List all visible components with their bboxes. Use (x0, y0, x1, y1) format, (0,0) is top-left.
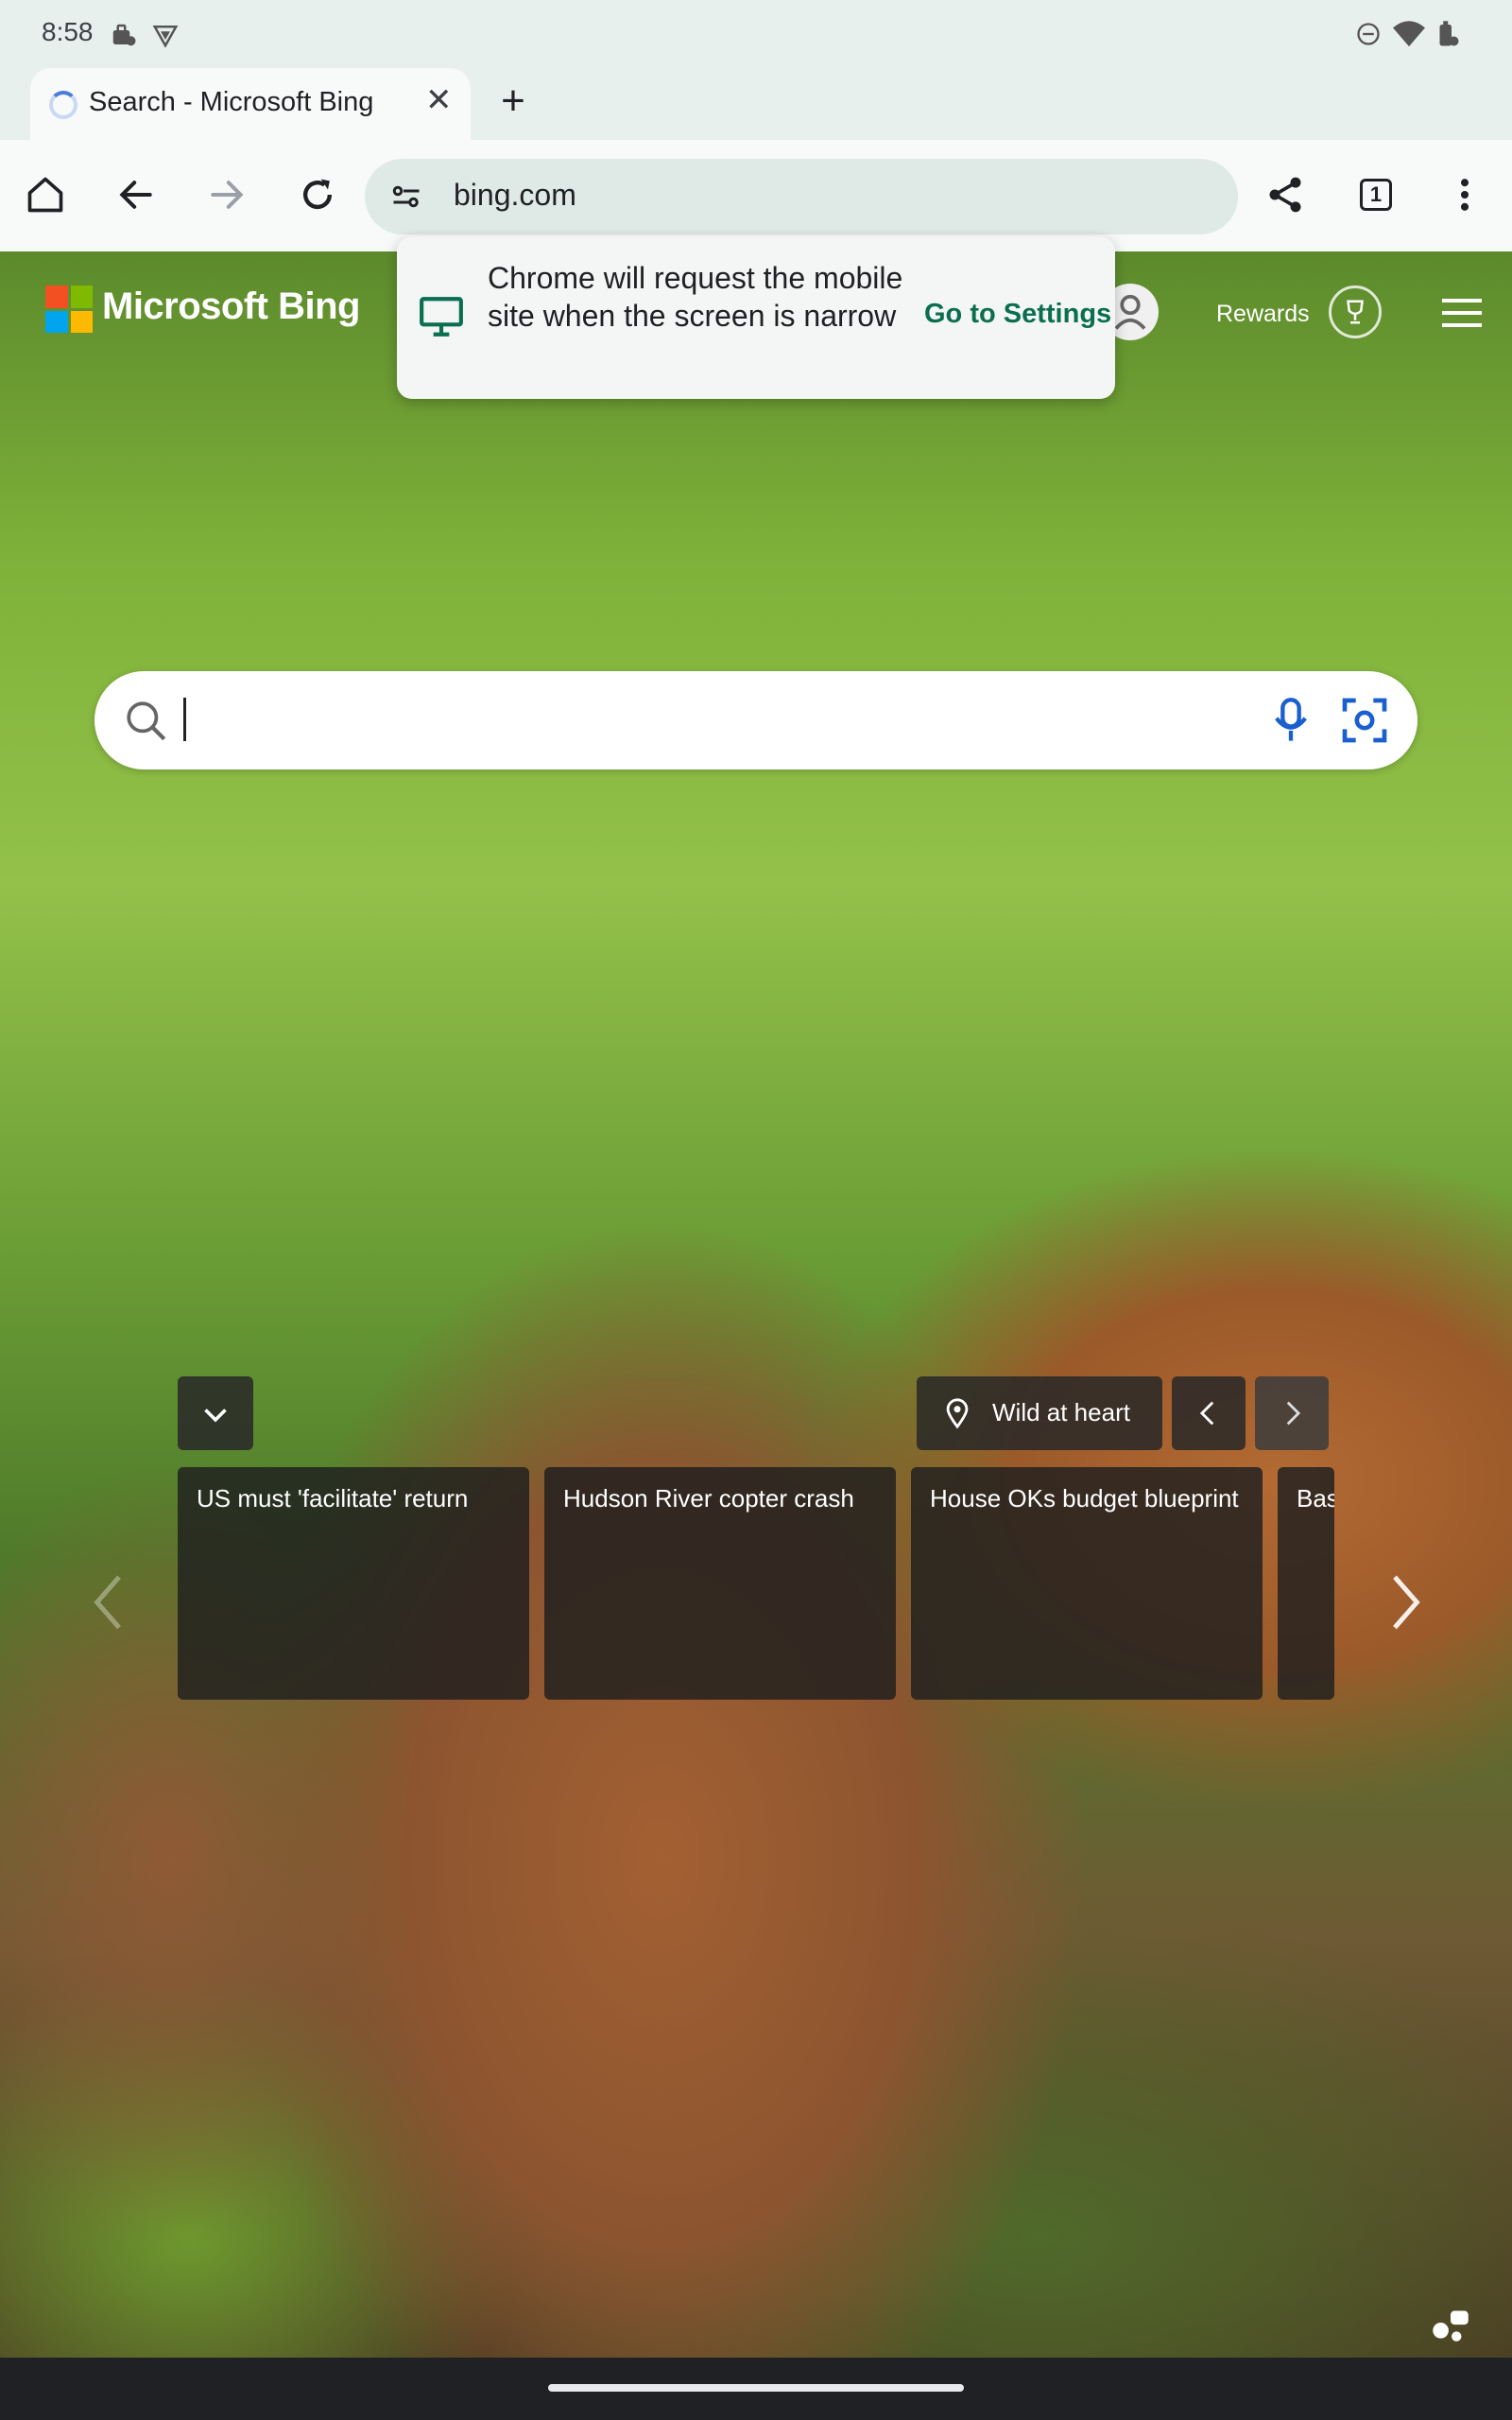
tab-count: 1 (1360, 179, 1392, 211)
browser-tab[interactable]: Search - Microsoft Bing ✕ (30, 68, 471, 140)
work-profile-icon (112, 24, 136, 46)
battery-icon (1439, 21, 1459, 46)
image-location-chip[interactable]: Wild at heart (917, 1376, 1162, 1450)
back-arrow-icon (119, 181, 152, 209)
new-tab-button[interactable]: + (490, 78, 537, 125)
status-time: 8:58 (42, 17, 94, 46)
home-icon (27, 177, 63, 213)
location-label: Wild at heart (992, 1398, 1130, 1426)
bing-brand[interactable]: Microsoft Bing (102, 285, 360, 328)
wifi-icon (1393, 21, 1425, 47)
notice-message: Chrome will request the mobile site when… (488, 261, 903, 333)
back-button[interactable] (106, 164, 166, 225)
visual-search-icon[interactable] (1338, 694, 1391, 747)
site-settings-icon[interactable] (389, 180, 423, 214)
news-card[interactable]: Bas (1278, 1467, 1334, 1700)
chevron-down-icon (204, 1409, 227, 1423)
share-icon (1269, 177, 1301, 213)
loading-spinner-icon (49, 91, 77, 119)
news-card-title: US must 'facilitate' return (197, 1484, 469, 1512)
reload-button[interactable] (287, 164, 348, 225)
previous-image-button[interactable] (1172, 1376, 1246, 1450)
chevron-left-icon (1199, 1401, 1214, 1426)
news-card-title: House OKs budget blueprint (930, 1484, 1239, 1512)
forward-button[interactable] (197, 164, 257, 225)
chevron-right-icon (1286, 1401, 1301, 1426)
bing-background-image (0, 251, 1512, 2358)
overflow-menu-button[interactable] (1435, 164, 1495, 225)
forward-arrow-icon (211, 181, 244, 209)
text-caret (183, 698, 186, 741)
mobile-site-notice: Chrome will request the mobile site when… (397, 236, 1115, 399)
next-image-button[interactable] (1255, 1376, 1329, 1450)
news-card-title: Hudson River copter crash (563, 1484, 854, 1512)
hamburger-menu-icon[interactable] (1442, 299, 1482, 327)
reload-icon (303, 179, 333, 210)
rewards-label[interactable]: Rewards (1216, 301, 1310, 328)
go-to-settings-link[interactable]: Go to Settings (924, 299, 1111, 330)
search-icon (127, 701, 166, 741)
news-card[interactable]: Hudson River copter crash (544, 1467, 896, 1700)
search-input[interactable] (94, 671, 1418, 769)
status-bar: 8:58 (0, 0, 1512, 68)
location-pin-icon (946, 1398, 969, 1429)
microphone-icon[interactable] (1270, 696, 1312, 745)
more-vert-icon (1460, 179, 1469, 211)
home-gesture-handle[interactable] (548, 2384, 964, 2392)
news-card-title: Bas (1297, 1484, 1334, 1512)
address-bar[interactable]: bing.com (365, 159, 1238, 234)
close-tab-icon[interactable]: ✕ (425, 81, 453, 119)
feedback-icon[interactable] (1427, 2299, 1474, 2346)
news-card[interactable]: House OKs budget blueprint (911, 1467, 1263, 1700)
microsoft-logo-icon[interactable] (45, 285, 93, 333)
carousel-right-arrow-icon[interactable] (1385, 1569, 1423, 1635)
share-button[interactable] (1255, 164, 1315, 225)
tab-title: Search - Microsoft Bing (89, 87, 374, 117)
url-text: bing.com (454, 178, 576, 212)
tab-switcher-button[interactable]: 1 (1346, 164, 1406, 225)
rewards-trophy-icon[interactable] (1329, 285, 1382, 338)
collapse-news-button[interactable] (178, 1376, 253, 1450)
vpn-shield-icon (152, 26, 179, 48)
desktop-icon (420, 297, 463, 337)
do-not-disturb-icon (1357, 23, 1380, 45)
home-button[interactable] (15, 164, 76, 225)
news-card[interactable]: US must 'facilitate' return (178, 1467, 529, 1700)
carousel-left-arrow-icon[interactable] (91, 1569, 129, 1635)
